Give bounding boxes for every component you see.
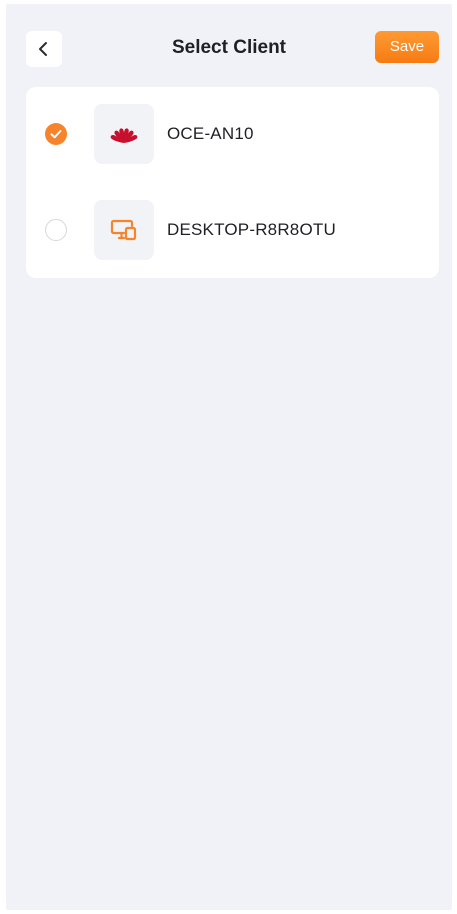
radio-checked[interactable] — [45, 123, 67, 145]
client-option-desktop[interactable]: DESKTOP-R8R8OTU — [26, 185, 439, 275]
huawei-logo-icon — [110, 128, 138, 143]
client-option-oce-an10[interactable]: OCE-AN10 — [26, 89, 439, 179]
radio-unchecked[interactable] — [45, 219, 67, 241]
device-icon-tile — [94, 104, 154, 164]
header-bar: Select Client Save — [6, 4, 452, 84]
client-name: OCE-AN10 — [167, 124, 254, 143]
desktop-devices-icon — [110, 219, 137, 241]
app-screen: Select Client Save OCE-AN10 DESKTOP-R8R8… — [6, 4, 452, 910]
client-name: DESKTOP-R8R8OTU — [167, 220, 336, 239]
save-button[interactable]: Save — [375, 31, 439, 63]
checkmark-icon — [50, 130, 62, 139]
client-list: OCE-AN10 DESKTOP-R8R8OTU — [26, 87, 439, 278]
device-icon-tile — [94, 200, 154, 260]
